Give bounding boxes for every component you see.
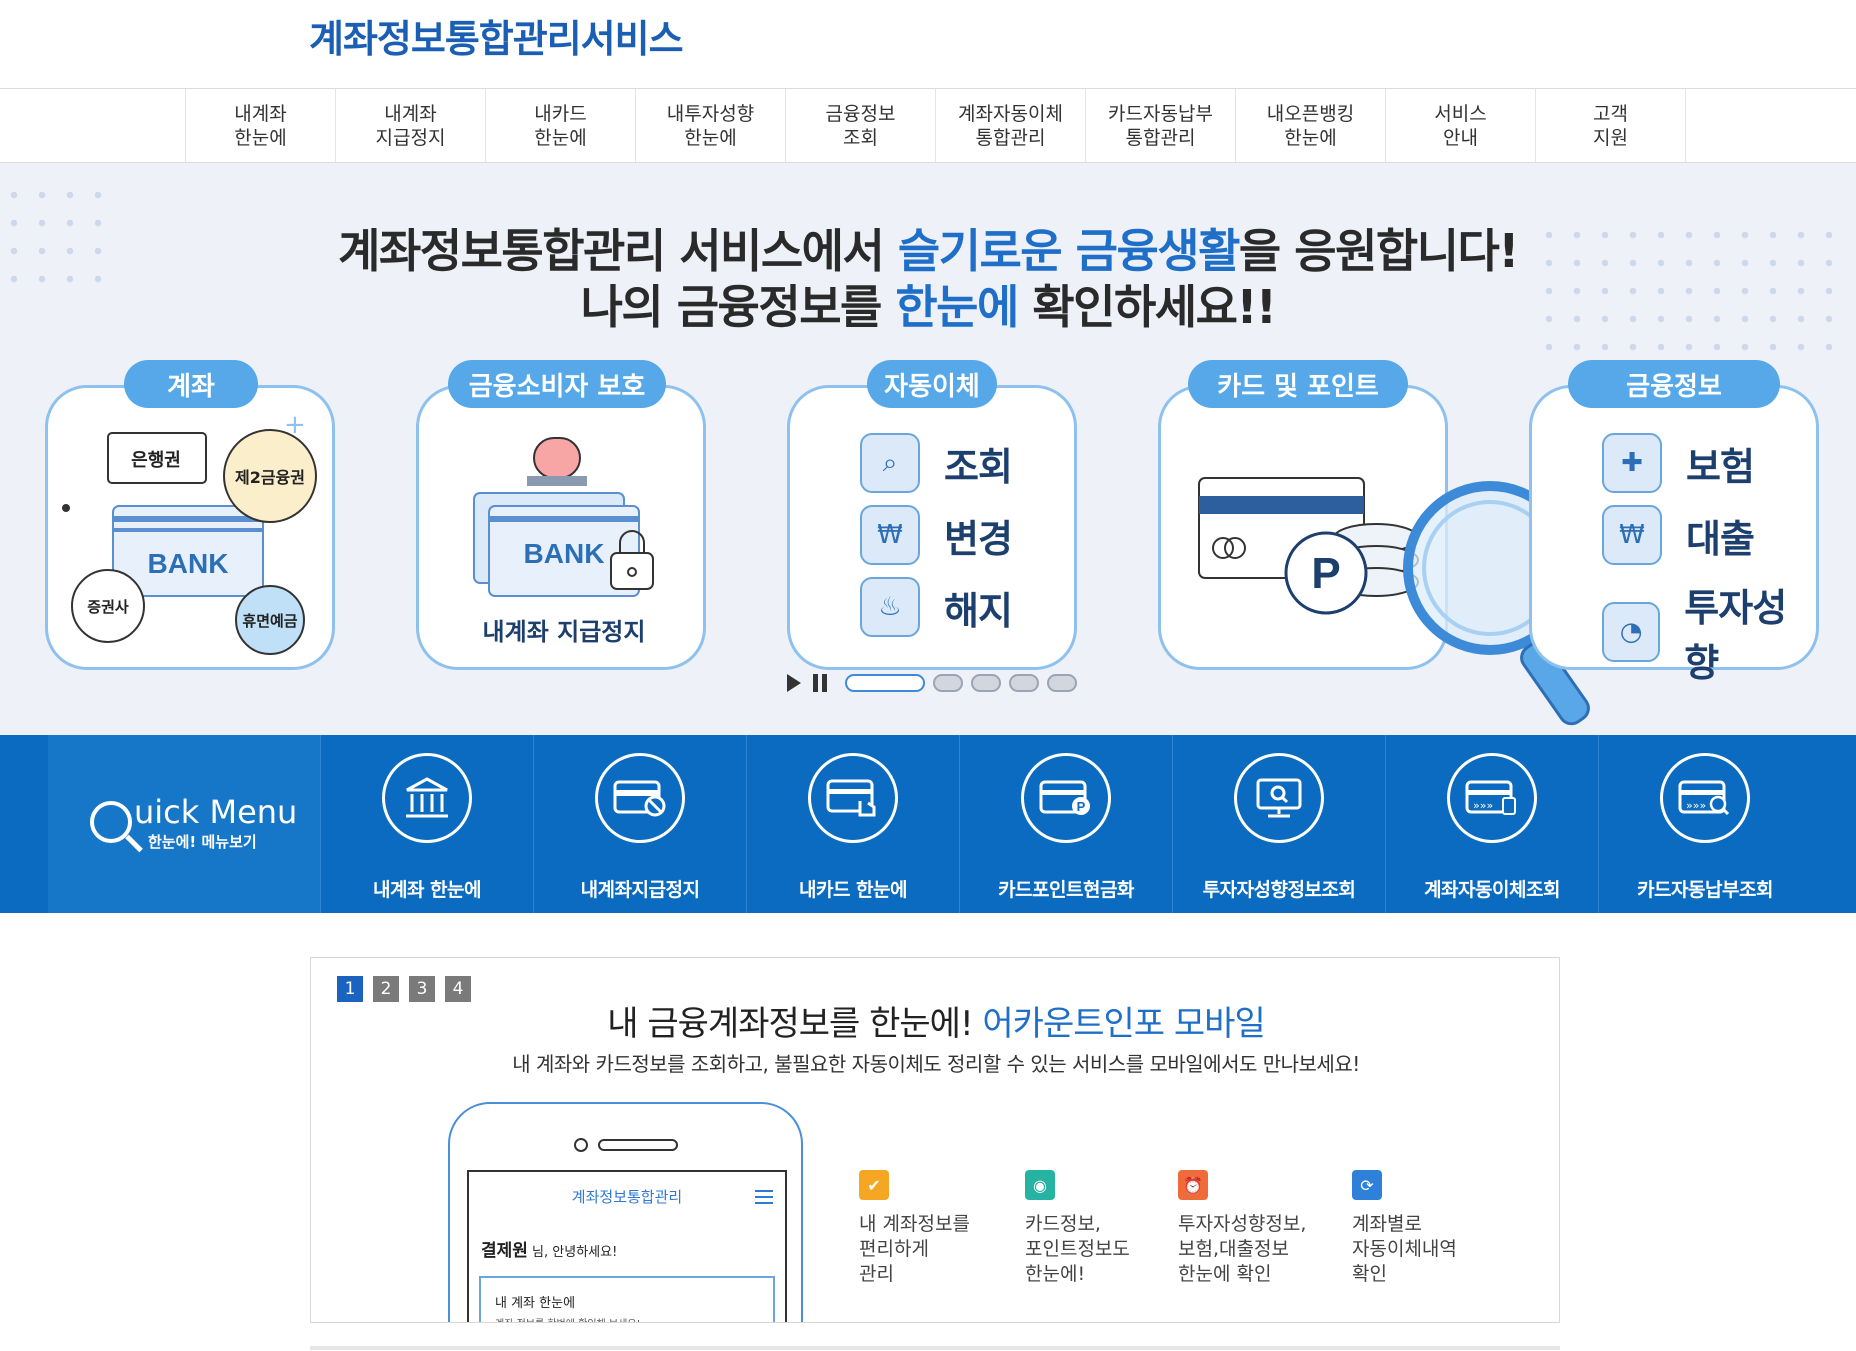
hero-subline: 나의 금융정보를 한눈에 확인하세요!!: [580, 280, 1277, 334]
nav-customer-support[interactable]: 고객 지원: [1536, 89, 1686, 162]
pause-icon[interactable]: [813, 674, 827, 692]
feature-lookup: ⌕ 조회: [860, 433, 1013, 493]
slide-pager-5[interactable]: [1047, 674, 1077, 692]
piggy-bank-icon: ♨: [860, 577, 920, 637]
promo-title: 내 금융계좌정보를 한눈에! 어카운트인포 모바일: [607, 1004, 1265, 1044]
nav-card-autopay[interactable]: 카드자동납부 통합관리: [1086, 89, 1236, 162]
slider-controls: [787, 674, 1077, 692]
currency-exchange-icon: ₩: [860, 505, 920, 565]
svg-text:+: +: [284, 410, 306, 440]
feature-auto-transfer: 계좌별로 자동이체내역 확인: [1352, 1213, 1457, 1285]
section-divider: [310, 1346, 1560, 1350]
phone-screen: 계좌정보통합관리 결제원 님, 안녕하세요! 내 계좌 한눈에 계좌 정보를 한…: [467, 1170, 787, 1322]
eye-icon: ◉: [1025, 1170, 1055, 1200]
pie-chart-icon: ◔: [1602, 602, 1661, 662]
bank-text: BANK: [148, 548, 229, 579]
quick-my-cards[interactable]: 내카드 한눈에: [746, 735, 959, 913]
card-tag-financial-info: 금융정보: [1568, 360, 1780, 408]
phone-mockup: 계좌정보통합관리 결제원 님, 안녕하세요! 내 계좌 한눈에 계좌 정보를 한…: [448, 1102, 803, 1322]
nav-service-guide[interactable]: 서비스 안내: [1386, 89, 1536, 162]
bank-building-icon: [382, 753, 472, 843]
card-tag-account: 계좌: [124, 360, 258, 408]
card-search-icon: »»»: [1660, 753, 1750, 843]
slide-pager-2[interactable]: [933, 674, 963, 692]
svg-text:P: P: [1077, 799, 1086, 814]
alarm-icon: ⏰: [1178, 1170, 1208, 1200]
main-nav: 내계좌 한눈에 내계좌 지급정지 내카드 한눈에 내투자성향 한눈에 금융정보 조회 계좌…: [0, 88, 1856, 163]
refresh-icon: ⟳: [1352, 1170, 1382, 1200]
bubble-bank: 은행권: [131, 450, 181, 471]
card-block-icon: [595, 753, 685, 843]
promo-subtitle: 내 계좌와 카드정보를 조회하고, 불필요한 자동이체도 정리할 수 있는 서비…: [512, 1052, 1360, 1076]
feature-card-info: 카드정보, 포인트정보도 한눈에!: [1025, 1213, 1130, 1285]
site-logo[interactable]: 계좌정보통합관리서비스: [309, 8, 684, 63]
feature-change: ₩ 변경: [860, 505, 1013, 565]
nav-open-banking[interactable]: 내오픈뱅킹 한눈에: [1236, 89, 1386, 162]
feature-loan: ₩ 대출: [1602, 505, 1755, 565]
slide-pager-3[interactable]: [971, 674, 1001, 692]
card-tag-consumer-protection: 금융소비자 보호: [448, 360, 666, 408]
greeting: 결제원 님, 안녕하세요!: [481, 1241, 618, 1261]
quick-card-autopay[interactable]: »»» 카드자동납부조회: [1598, 735, 1811, 913]
card-tag-auto-transfer: 자동이체: [867, 360, 997, 408]
nav-investment-profile[interactable]: 내투자성향 한눈에: [636, 89, 786, 162]
point-letter: P: [1311, 549, 1340, 598]
document-search-icon: ⌕: [860, 433, 920, 493]
slide-card-consumer-protection[interactable]: BANK 내계좌 지급정지: [416, 385, 706, 670]
bubble-secondary: 제2금융권: [235, 468, 305, 487]
hero-banner: 계좌정보통합관리 서비스에서 슬기로운 금융생활을 응원합니다! 나의 금융정보…: [0, 163, 1856, 735]
quick-account-stop[interactable]: 내계좌지급정지: [533, 735, 746, 913]
check-icon: ✔: [859, 1170, 889, 1200]
mobile-promo: 1 2 3 4 내 금융계좌정보를 한눈에! 어카운트인포 모바일 내 계좌와 …: [310, 957, 1560, 1323]
slide-card-auto-transfer[interactable]: ⌕ 조회 ₩ 변경 ♨ 해지: [787, 385, 1077, 670]
bubble-dormant: 휴면예금: [242, 612, 297, 630]
nav-account-stop[interactable]: 내계좌 지급정지: [336, 89, 486, 162]
quick-auto-transfer[interactable]: »»» 계좌자동이체조회: [1385, 735, 1598, 913]
quick-menu: uick Menu 한눈에! 메뉴보기 내계좌 한눈에 내계좌지급정지 내카드 …: [0, 735, 1856, 913]
slide-pager-1[interactable]: [845, 674, 925, 692]
slide-pager-4[interactable]: [1009, 674, 1039, 692]
quick-card-points[interactable]: P 카드포인트현금화: [959, 735, 1172, 913]
transfer-list-icon: »»»: [1447, 753, 1537, 843]
card-tag-card-points: 카드 및 포인트: [1188, 360, 1408, 408]
card-point-icon: P: [1021, 753, 1111, 843]
quick-my-accounts[interactable]: 내계좌 한눈에: [320, 735, 533, 913]
nav-auto-transfer[interactable]: 계좌자동이체 통합관리: [936, 89, 1086, 162]
feature-cancel: ♨ 해지: [860, 577, 1013, 637]
app-title: 계좌정보통합관리: [571, 1188, 683, 1206]
shield-icon: ✚: [1602, 433, 1662, 493]
feature-insurance: ✚ 보험: [1602, 433, 1755, 493]
feature-investment: ◔ 투자성향: [1602, 577, 1816, 687]
bubble-securities: 증권사: [87, 598, 129, 616]
my-accounts-box: 내 계좌 한눈에 계좌 정보를 한번에 확인해 보세요!: [479, 1276, 775, 1322]
account-illustration: BANK 은행권 제2금융권 증권사 휴면예금 +: [62, 410, 317, 655]
play-icon[interactable]: [787, 674, 801, 692]
svg-text:»»»: »»»: [1473, 799, 1493, 812]
feature-investment-info: 투자자성향정보, 보험,대출정보 한눈에 확인: [1178, 1213, 1307, 1285]
card-touch-icon: [808, 753, 898, 843]
nav-financial-info[interactable]: 금융정보 조회: [786, 89, 936, 162]
quick-investor-profile[interactable]: 투자자성향정보조회: [1172, 735, 1385, 913]
nav-my-accounts[interactable]: 내계좌 한눈에: [186, 89, 336, 162]
speaker-icon: [598, 1139, 678, 1151]
loan-hand-icon: ₩: [1602, 505, 1662, 565]
camera-icon: [574, 1138, 588, 1152]
bank-text: BANK: [524, 538, 605, 569]
svg-text:»»»: »»»: [1686, 799, 1706, 812]
feature-manage-accounts: 내 계좌정보를 편리하게 관리: [859, 1213, 970, 1285]
quick-menu-title: uick Menu 한눈에! 메뉴보기: [48, 735, 320, 913]
bank-lock-illustration: BANK 내계좌 지급정지: [473, 437, 654, 646]
card-caption: 내계좌 지급정지: [483, 618, 646, 646]
slide-card-financial-info[interactable]: ✚ 보험 ₩ 대출 ◔ 투자성향: [1529, 385, 1819, 685]
hamburger-menu-icon: [755, 1190, 773, 1204]
nav-my-cards[interactable]: 내카드 한눈에: [486, 89, 636, 162]
search-icon: [90, 801, 132, 843]
monitor-search-icon: [1234, 753, 1324, 843]
slide-card-account[interactable]: BANK 은행권 제2금융권 증권사 휴면예금 +: [45, 385, 335, 670]
